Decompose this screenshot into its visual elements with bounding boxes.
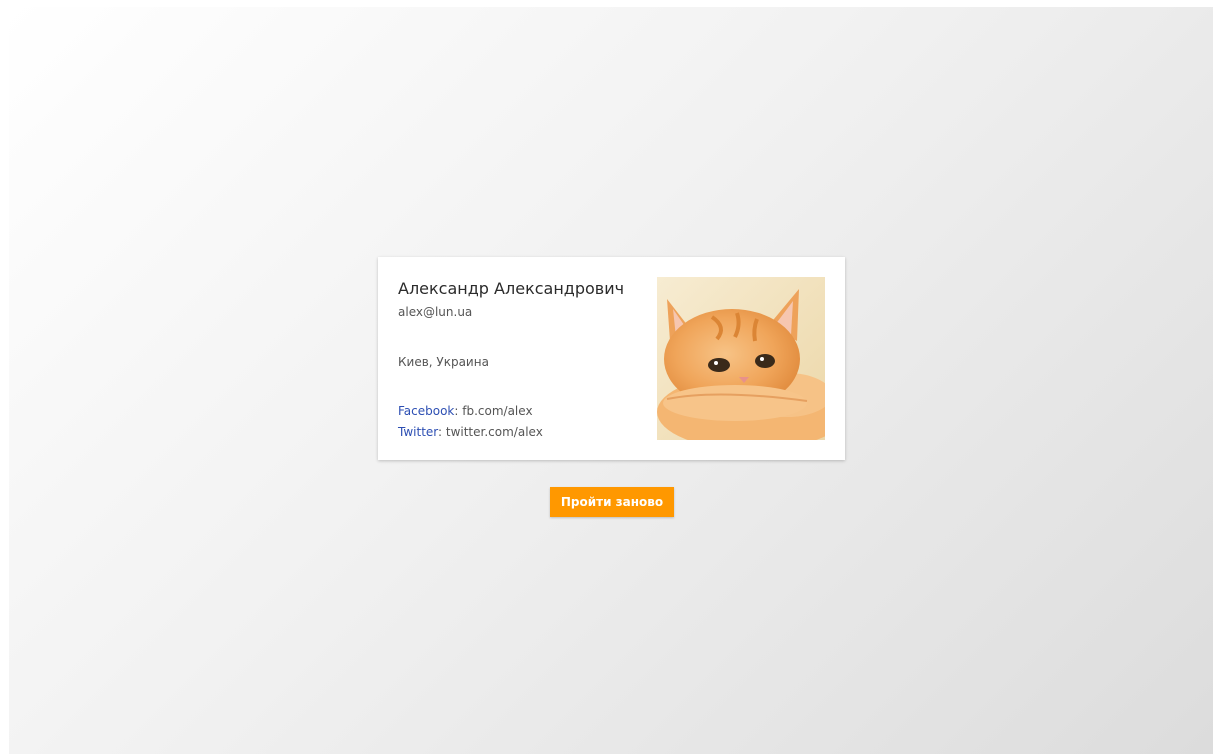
twitter-link[interactable]: Twitter xyxy=(398,425,438,439)
profile-location: Киев, Украина xyxy=(398,355,489,369)
profile-card: Александр Александрович alex@lun.ua Киев… xyxy=(378,257,845,460)
profile-name: Александр Александрович xyxy=(398,279,625,298)
profile-photo xyxy=(657,277,825,440)
twitter-row: Twitter: twitter.com/alex xyxy=(398,425,543,439)
facebook-value: fb.com/alex xyxy=(462,404,533,418)
facebook-link[interactable]: Facebook xyxy=(398,404,454,418)
twitter-value: twitter.com/alex xyxy=(445,425,543,439)
page-background: Александр Александрович alex@lun.ua Киев… xyxy=(9,7,1213,754)
retry-button[interactable]: Пройти заново xyxy=(550,487,674,517)
facebook-row: Facebook: fb.com/alex xyxy=(398,404,533,418)
twitter-colon: : xyxy=(438,425,446,439)
profile-email: alex@lun.ua xyxy=(398,305,473,319)
kitten-photo-icon xyxy=(657,277,825,440)
